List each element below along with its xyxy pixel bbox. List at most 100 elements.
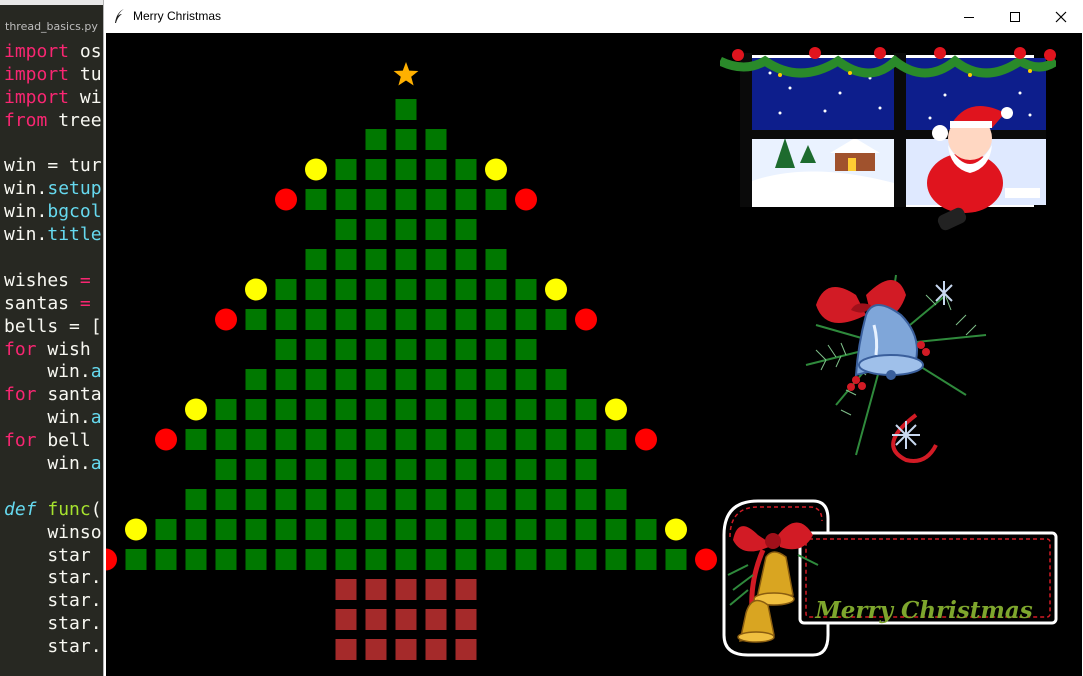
tree-leaf-cell <box>605 549 627 570</box>
tree-leaf-cell <box>215 519 237 540</box>
code-line: win.setup <box>4 178 104 201</box>
tree-leaf-cell <box>545 549 567 570</box>
tree-leaf-cell <box>395 549 417 570</box>
red-bauble <box>215 308 237 331</box>
tree-leaf-cell <box>335 339 357 360</box>
yellow-bauble <box>125 518 147 541</box>
code-line: from tree <box>4 110 104 133</box>
tree-leaf-cell <box>365 489 387 510</box>
tree-leaf-cell <box>215 429 237 450</box>
red-bauble <box>635 428 657 451</box>
tree-leaf-cell <box>245 309 267 330</box>
window-title: Merry Christmas <box>133 9 222 23</box>
tree-leaf-cell <box>275 339 297 360</box>
editor-file-tab[interactable]: thread_basics.py <box>0 14 104 40</box>
tree-leaf-cell <box>395 189 417 210</box>
code-token: wish <box>47 338 91 360</box>
tree-leaf-cell <box>395 279 417 300</box>
code-token: win. <box>4 201 48 223</box>
tree-leaf-cell <box>305 249 327 270</box>
tree-leaf-cell <box>395 519 417 540</box>
tree-leaf-cell <box>365 219 387 240</box>
tree-leaf-cell <box>245 549 267 570</box>
tree-leaf-cell <box>395 459 417 480</box>
tree-leaf-cell <box>545 399 567 420</box>
tree-leaf-cell <box>515 429 537 450</box>
tree-leaf-cell <box>275 549 297 570</box>
code-token: wishes <box>4 269 80 291</box>
tree-leaf-cell <box>545 459 567 480</box>
code-line: import os <box>4 41 104 64</box>
tree-leaf-cell <box>425 519 447 540</box>
tree-leaf-cell <box>335 549 357 570</box>
tree-trunk-cell <box>425 609 447 630</box>
tree-leaf-cell <box>395 429 417 450</box>
red-bauble <box>695 548 717 571</box>
tree-leaf-cell <box>515 339 537 360</box>
tree-leaf-cell <box>515 309 537 330</box>
code-line: win.a <box>4 361 104 384</box>
tree-leaf-cell <box>335 309 357 330</box>
code-token: import <box>4 41 80 62</box>
tree-leaf-cell <box>605 489 627 510</box>
code-token: star. <box>4 590 102 612</box>
tree-leaf-cell <box>425 249 447 270</box>
tree-leaf-cell <box>395 159 417 180</box>
tree-trunk-cell <box>425 639 447 660</box>
code-token: setup <box>47 178 102 200</box>
tree-leaf-cell <box>455 219 477 240</box>
tree-leaf-cell <box>335 369 357 390</box>
code-line: win.bgcol <box>4 201 104 224</box>
maximize-button[interactable] <box>992 0 1038 33</box>
tree-trunk-cell <box>455 639 477 660</box>
tree-leaf-cell <box>245 489 267 510</box>
tree-leaf-cell <box>365 549 387 570</box>
code-line: win.title <box>4 224 104 247</box>
yellow-bauble <box>245 278 267 301</box>
tree-trunk-cell <box>365 579 387 600</box>
code-token: = <box>79 292 91 314</box>
tree-leaf-cell <box>485 309 507 330</box>
tree-leaf-cell <box>395 489 417 510</box>
code-token: for <box>4 430 48 452</box>
code-token: wi <box>79 86 102 108</box>
code-line: star. <box>4 590 104 613</box>
tree-leaf-cell <box>425 399 447 420</box>
code-line: def func( <box>4 499 104 522</box>
tree-trunk-cell <box>395 579 417 600</box>
yellow-bauble <box>185 398 207 421</box>
tree-leaf-cell <box>575 459 597 480</box>
close-button[interactable] <box>1038 0 1083 33</box>
tree-trunk-cell <box>335 579 357 600</box>
code-token: title <box>47 224 102 246</box>
code-token: for <box>4 338 48 360</box>
code-token: bgcol <box>47 201 102 223</box>
code-area[interactable]: import os import tu import wi from tree win … <box>4 41 104 659</box>
minimize-button[interactable] <box>946 0 992 33</box>
tree-leaf-cell <box>455 339 477 360</box>
code-token: tu <box>79 63 102 85</box>
code-token: win. <box>4 453 91 475</box>
code-token: import <box>4 86 80 108</box>
code-token: a <box>90 453 102 475</box>
tree-leaf-cell <box>335 519 357 540</box>
red-bauble <box>515 188 537 211</box>
tree-leaf-cell <box>185 549 207 570</box>
tree-leaf-cell <box>245 459 267 480</box>
code-line: winso <box>4 522 104 545</box>
tree-leaf-cell <box>455 519 477 540</box>
tree-leaf-cell <box>215 459 237 480</box>
code-token: a <box>90 361 102 383</box>
tree-leaf-cell <box>605 429 627 450</box>
code-token: = <box>79 269 91 291</box>
window-titlebar[interactable]: Merry Christmas <box>104 0 1083 33</box>
red-bauble <box>155 428 177 451</box>
tree-leaf-cell <box>545 309 567 330</box>
tree-leaf-cell <box>515 369 537 390</box>
red-bauble <box>575 308 597 331</box>
tree-leaf-cell <box>215 489 237 510</box>
code-token: a <box>90 407 102 429</box>
code-line: star. <box>4 613 104 636</box>
